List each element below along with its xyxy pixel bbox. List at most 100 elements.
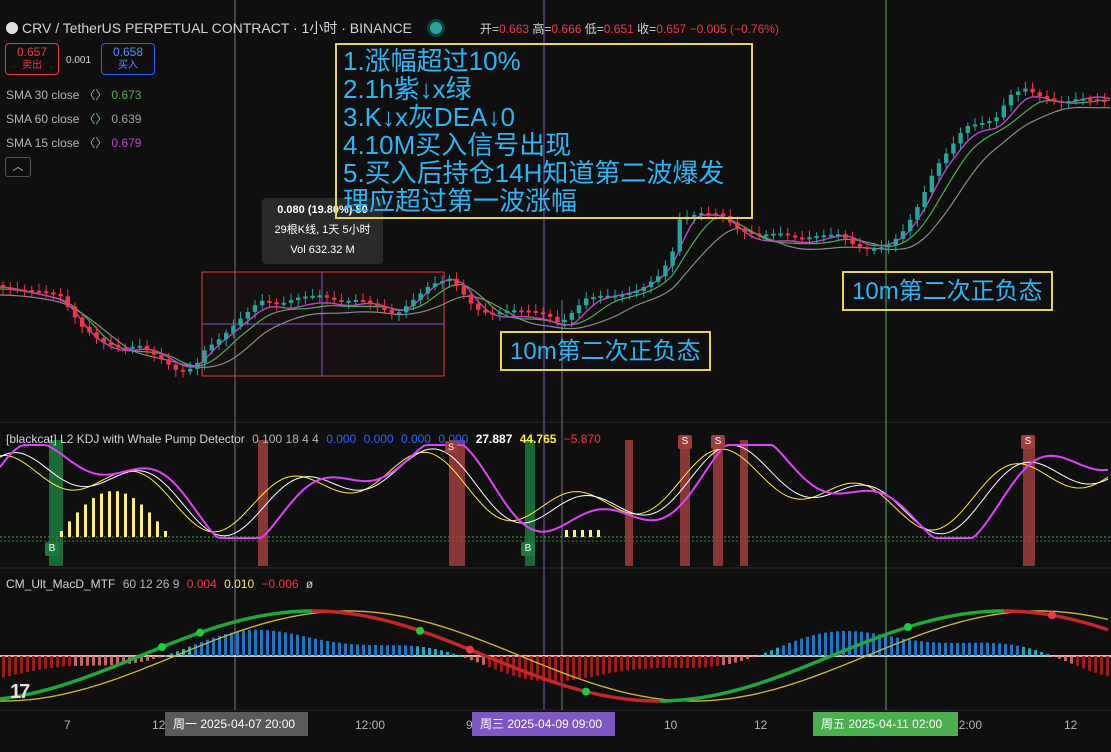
macd-line-segment: [703, 694, 709, 699]
candle-body: [476, 303, 481, 310]
symbol-title[interactable]: CRV / TetherUS PERPETUAL CONTRACT · 1小时 …: [22, 18, 412, 38]
x-axis-label: 10: [664, 718, 678, 732]
strategy-note[interactable]: 1.涨幅超过10% 2.1h紫↓x绿 3.K↓x灰DEA↓0 4.10M买入信号…: [335, 43, 753, 219]
candle-body: [216, 339, 222, 345]
candle-body: [807, 237, 812, 240]
macd-line-segment: [111, 664, 117, 669]
macd-line-segment: [867, 638, 873, 643]
candle-body: [396, 312, 402, 315]
macd-line-segment: [619, 696, 625, 701]
macd-histogram-bar: [1070, 656, 1073, 664]
macd-line-segment: [247, 615, 253, 621]
candle-body: [533, 310, 538, 313]
macd-histogram-bar: [596, 656, 599, 676]
code-brackets-icon: 〈〉: [83, 136, 108, 150]
macd-histogram-bar: [962, 642, 965, 656]
macd-histogram-bar: [26, 656, 29, 673]
macd-line-segment: [227, 620, 233, 626]
macd-histogram-bar: [560, 656, 563, 682]
tradingview-logo-icon[interactable]: 17: [10, 681, 30, 704]
macd-line-segment: [611, 695, 617, 700]
kdj-k-line: [0, 444, 1109, 537]
candle-body: [180, 369, 186, 372]
macd-line-segment: [31, 690, 37, 696]
macd-line-segment: [219, 623, 225, 628]
macd-line-segment: [1099, 625, 1105, 631]
macd-line-segment: [475, 650, 481, 656]
macd-histogram-bar: [662, 656, 665, 669]
macd-histogram-bar: [950, 642, 953, 656]
collapse-legend-button[interactable]: ︿: [5, 157, 31, 177]
macd-line-segment: [711, 693, 717, 698]
macd-line-segment: [263, 612, 269, 618]
macd-line-segment: [47, 686, 53, 692]
candle-body: [908, 219, 913, 232]
macd-line-segment: [131, 656, 137, 661]
macd-histogram-bar: [584, 656, 587, 679]
macd-line-segment: [847, 645, 853, 651]
macd-histogram-bar: [476, 656, 479, 663]
macd-histogram-bar: [608, 656, 611, 674]
candle-body: [454, 278, 459, 287]
macd-line-segment: [831, 652, 837, 658]
candle-body: [324, 295, 330, 298]
annotation-neg-1[interactable]: 10m第二次正负态: [500, 331, 711, 371]
spread-value: 0.001: [66, 55, 92, 66]
macd-histogram-bar: [32, 656, 35, 671]
macd-histogram-bar: [338, 642, 341, 656]
macd-histogram-bar: [38, 656, 41, 670]
macd-histogram-bar: [578, 656, 581, 680]
macd-histogram-bar: [656, 656, 659, 669]
candle-body: [620, 294, 625, 297]
macd-line-segment: [1055, 614, 1061, 619]
sma-legend-60[interactable]: SMA 60 close 〈〉 0.639: [6, 110, 141, 127]
macd-line-segment: [483, 653, 489, 659]
macd-line-segment: [203, 628, 209, 633]
macd-line-segment: [935, 616, 941, 622]
macd-legend[interactable]: CM_Ult_MacD_MTF 60 12 26 9 0.004 0.010 −…: [6, 577, 313, 591]
macd-line-segment: [363, 614, 369, 619]
kdj-legend[interactable]: [blackcat] L2 KDJ with Whale Pump Detect…: [6, 432, 601, 446]
candle-body: [785, 233, 790, 236]
macd-line-segment: [95, 670, 101, 676]
macd-line-segment: [575, 687, 581, 692]
candle-body: [468, 294, 474, 304]
macd-line-segment: [403, 623, 409, 629]
x-axis-label: 7: [64, 718, 71, 732]
macd-line-segment: [503, 661, 509, 667]
annotation-neg-2[interactable]: 10m第二次正负态: [842, 271, 1053, 311]
macd-histogram-bar: [1088, 656, 1091, 671]
candle-body: [303, 296, 308, 299]
macd-line-segment: [35, 689, 41, 695]
macd-histogram-bar: [56, 656, 59, 668]
candle-body: [656, 276, 661, 282]
macd-line-segment: [267, 612, 273, 617]
x-axis-label: 12: [1064, 718, 1078, 732]
macd-line-segment: [563, 683, 569, 689]
symbol-header[interactable]: CRV / TetherUS PERPETUAL CONTRACT · 1小时 …: [6, 18, 443, 38]
macd-histogram-bar: [884, 635, 887, 656]
macd-histogram-bar: [236, 631, 239, 656]
market-status-icon: [430, 22, 443, 34]
candle-body: [173, 364, 178, 370]
macd-histogram-bar: [938, 642, 941, 656]
whale-volume-bar: [60, 531, 63, 537]
candle-body: [195, 362, 200, 369]
macd-line-segment: [607, 694, 613, 699]
candle-body: [130, 346, 135, 349]
macd-histogram-bar: [332, 641, 335, 656]
macd-histogram-bar: [740, 656, 743, 661]
macd-histogram-bar: [344, 643, 347, 656]
buy-button[interactable]: 0.658 买入: [101, 43, 155, 75]
macd-line-segment: [239, 617, 245, 623]
candle-body: [123, 347, 128, 350]
sell-button[interactable]: 0.657 卖出: [5, 43, 59, 75]
macd-histogram-bar: [692, 656, 695, 668]
whale-volume-bar: [108, 491, 111, 537]
macd-line-segment: [551, 679, 557, 685]
sma-legend-30[interactable]: SMA 30 close 〈〉 0.673: [6, 86, 141, 103]
macd-histogram-bar: [788, 643, 791, 656]
candle-body: [1073, 99, 1078, 102]
sma-legend-15[interactable]: SMA 15 close 〈〉 0.679: [6, 134, 141, 151]
macd-line-segment: [1071, 617, 1077, 623]
